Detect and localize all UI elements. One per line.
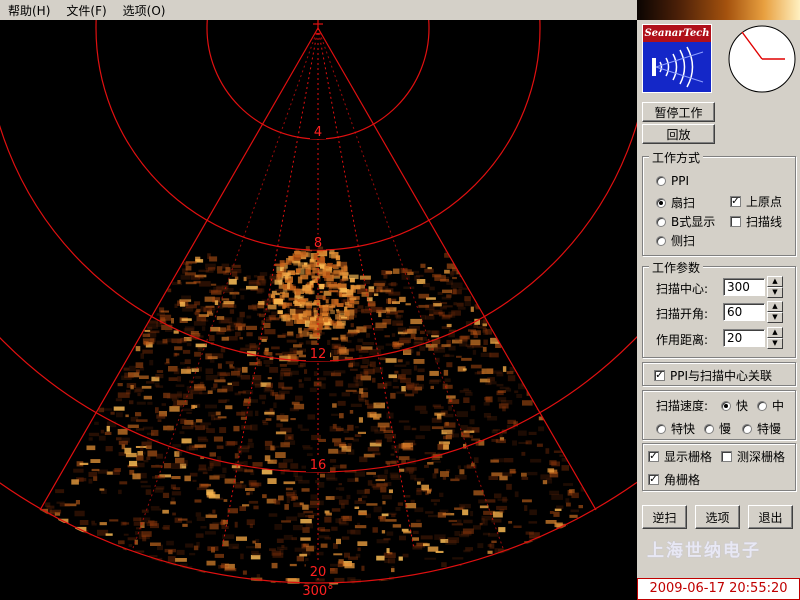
scan-center-spinner[interactable]: ▲ ▼ — [767, 276, 783, 298]
range-label-16: 16 — [310, 458, 327, 473]
options-button[interactable]: 选项 — [695, 505, 740, 529]
scan-angle-input[interactable]: 60 — [723, 303, 765, 321]
params-title: 工作参数 — [649, 259, 704, 276]
company-logo: SeanarTech — [642, 24, 712, 93]
mode-ppi[interactable]: PPI — [656, 174, 689, 188]
upper-origin-check[interactable]: ✓ — [730, 196, 741, 207]
work-mode-title: 工作方式 — [649, 149, 704, 166]
radio-side-scan[interactable] — [656, 235, 666, 246]
reverse-scan-button[interactable]: 逆扫 — [642, 505, 687, 529]
sector-edge-right — [317, 27, 597, 511]
scan-center-input[interactable]: 300 — [723, 278, 765, 296]
mode-side-scan[interactable]: 侧扫 — [656, 232, 695, 249]
range-spinner[interactable]: ▲ ▼ — [767, 327, 783, 349]
scan-line-checkbox[interactable]: 扫描线 — [730, 213, 782, 230]
angle-grid-checkbox[interactable]: ✓ 角栅格 — [648, 471, 700, 488]
datetime-display: 2009-06-17 20:55:20 — [637, 578, 800, 600]
range-input[interactable]: 20 — [723, 329, 765, 347]
range-label-8: 8 — [314, 236, 322, 251]
show-grid-check[interactable]: ✓ — [648, 451, 659, 462]
menu-help[interactable]: 帮助(H) — [0, 2, 58, 19]
show-grid-checkbox[interactable]: ✓ 显示栅格 — [648, 448, 712, 465]
mode-sector-scan[interactable]: 扇扫 — [656, 194, 695, 211]
speed-medium[interactable]: 中 — [757, 397, 784, 414]
speed-label: 扫描速度: — [656, 399, 709, 413]
range-label-12: 12 — [310, 347, 327, 362]
radio-speed-slow[interactable] — [704, 423, 714, 434]
speed-very-fast[interactable]: 特快 — [656, 420, 695, 437]
sonar-waves-icon — [652, 46, 704, 88]
radio-ppi[interactable] — [656, 176, 666, 186]
angle-grid-check[interactable]: ✓ — [648, 474, 659, 485]
menu-file[interactable]: 文件(F) — [58, 2, 114, 19]
depth-grid-check[interactable] — [721, 451, 732, 462]
param-label: 作用距离: — [656, 333, 709, 347]
depth-grid-checkbox[interactable]: 测深栅格 — [721, 448, 785, 465]
range-label-4: 4 — [314, 125, 322, 140]
playback-button[interactable]: 回放 — [642, 124, 715, 144]
company-watermark: 上海世纳电子 — [647, 541, 761, 561]
radio-speed-very-slow[interactable] — [742, 423, 752, 434]
speed-fast[interactable]: 快 — [721, 397, 748, 414]
logo-text: SeanarTech — [643, 25, 711, 42]
mode-b-display[interactable]: B式显示 — [656, 213, 715, 230]
speed-very-slow[interactable]: 特慢 — [742, 420, 781, 437]
ppi-link-check[interactable]: ✓ — [654, 370, 665, 381]
radio-speed-very-fast[interactable] — [656, 423, 666, 434]
radio-speed-fast[interactable] — [721, 400, 731, 411]
range-label-20: 20 — [310, 565, 327, 580]
radio-sector-scan[interactable] — [656, 197, 666, 208]
sonar-display[interactable]: 4 8 12 16 20 300° — [0, 20, 637, 600]
pause-button[interactable]: 暂停工作 — [642, 102, 715, 122]
param-label: 扫描中心: — [656, 282, 709, 296]
exit-button[interactable]: 退出 — [748, 505, 793, 529]
scan-line-check[interactable] — [730, 216, 741, 227]
upper-origin-checkbox[interactable]: ✓ 上原点 — [730, 193, 782, 210]
color-scale-bar — [637, 0, 800, 20]
radio-b-display[interactable] — [656, 216, 666, 227]
scan-angle-spinner[interactable]: ▲ ▼ — [767, 301, 783, 323]
param-label: 扫描开角: — [656, 307, 709, 321]
ppi-link-checkbox[interactable]: ✓ PPI与扫描中心关联 — [654, 367, 772, 384]
bearing-label: 300° — [302, 584, 333, 599]
bearing-compass — [728, 25, 796, 93]
control-panel: SeanarTech 暂停工作 回放 工作方式 PPI 扇扫 B式显示 侧扫 ✓… — [637, 0, 800, 600]
radio-speed-medium[interactable] — [757, 400, 767, 411]
menu-options[interactable]: 选项(O) — [115, 2, 174, 19]
sector-edge-left — [39, 27, 319, 511]
menu-bar: 帮助(H) 文件(F) 选项(O) — [0, 0, 637, 20]
speed-slow[interactable]: 慢 — [704, 420, 731, 437]
